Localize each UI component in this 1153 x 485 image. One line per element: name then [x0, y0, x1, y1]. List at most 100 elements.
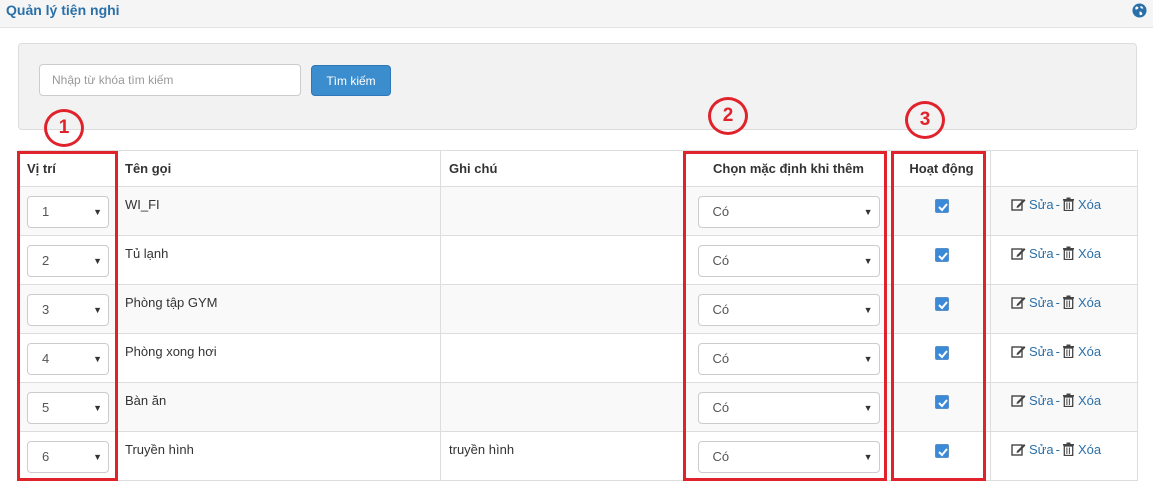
active-checkbox[interactable]	[934, 346, 949, 360]
cell-active	[892, 382, 991, 432]
position-select[interactable]: 2 ▼	[27, 245, 109, 277]
edit-icon[interactable]	[1011, 393, 1026, 407]
position-select[interactable]: 5 ▼	[27, 392, 109, 424]
caret-down-icon: ▼	[93, 305, 102, 315]
default-select-value: Có	[712, 400, 730, 415]
cell-active	[892, 333, 991, 383]
table-header-row: Vị trí Tên gọi Ghi chú Chọn mặc định khi…	[18, 150, 1138, 187]
table-row: 6 ▼ Truyền hình truyền hình Có ▼ Sửa - Xóa	[18, 431, 1138, 481]
table-row: 2 ▼ Tủ lạnh Có ▼ Sửa - Xóa	[18, 235, 1138, 285]
position-select-value: 4	[42, 351, 50, 366]
trash-icon[interactable]	[1062, 295, 1075, 310]
cell-note	[440, 284, 685, 334]
active-checkbox[interactable]	[934, 199, 949, 213]
cell-active	[892, 235, 991, 285]
cell-default: Có ▼	[684, 333, 893, 383]
delete-link[interactable]: Xóa	[1078, 393, 1101, 408]
cell-position: 3 ▼	[18, 284, 117, 334]
col-header-name[interactable]: Tên gọi	[116, 150, 441, 187]
caret-down-icon: ▼	[863, 403, 873, 413]
default-select[interactable]: Có ▼	[697, 392, 880, 424]
col-header-active[interactable]: Hoạt động	[892, 150, 991, 187]
annotation-marker-2: 2	[708, 97, 748, 135]
position-select-value: 5	[42, 400, 50, 415]
edit-link[interactable]: Sửa	[1029, 295, 1054, 310]
action-separator: -	[1055, 344, 1060, 359]
page-header: Quản lý tiện nghi	[0, 0, 1153, 28]
default-select-value: Có	[712, 351, 730, 366]
annotation-marker-3: 3	[905, 101, 945, 139]
default-select[interactable]: Có ▼	[697, 196, 880, 228]
cell-name: Tủ lạnh	[116, 235, 441, 285]
edit-link[interactable]: Sửa	[1029, 442, 1054, 457]
cell-actions: Sửa - Xóa	[990, 431, 1138, 481]
caret-down-icon: ▼	[863, 452, 873, 462]
search-button[interactable]: Tìm kiếm	[311, 65, 391, 96]
default-select-value: Có	[712, 302, 730, 317]
default-select-value: Có	[712, 204, 730, 219]
cell-default: Có ▼	[684, 431, 893, 481]
delete-link[interactable]: Xóa	[1078, 246, 1101, 261]
position-select[interactable]: 4 ▼	[27, 343, 109, 375]
edit-icon[interactable]	[1011, 197, 1026, 211]
table-row: 5 ▼ Bàn ăn Có ▼ Sửa - Xóa	[18, 382, 1138, 432]
trash-icon[interactable]	[1062, 344, 1075, 359]
checkmark-icon	[937, 448, 948, 457]
edit-icon[interactable]	[1011, 442, 1026, 456]
edit-link[interactable]: Sửa	[1029, 393, 1054, 408]
position-select[interactable]: 1 ▼	[27, 196, 109, 228]
col-header-position[interactable]: Vị trí	[18, 150, 117, 187]
trash-icon[interactable]	[1062, 197, 1075, 212]
default-select[interactable]: Có ▼	[697, 343, 880, 375]
page-title: Quản lý tiện nghi	[6, 2, 120, 18]
cell-actions: Sửa - Xóa	[990, 284, 1138, 334]
caret-down-icon: ▼	[863, 256, 873, 266]
edit-link[interactable]: Sửa	[1029, 197, 1054, 212]
cell-note: truyền hình	[440, 431, 685, 481]
globe-icon[interactable]	[1132, 3, 1147, 18]
position-select[interactable]: 6 ▼	[27, 441, 109, 473]
table-row: 3 ▼ Phòng tập GYM Có ▼ Sửa - Xóa	[18, 284, 1138, 334]
delete-link[interactable]: Xóa	[1078, 344, 1101, 359]
col-header-note[interactable]: Ghi chú	[440, 150, 685, 187]
trash-icon[interactable]	[1062, 442, 1075, 457]
action-separator: -	[1055, 246, 1060, 261]
cell-name: Phòng tập GYM	[116, 284, 441, 334]
cell-position: 6 ▼	[18, 431, 117, 481]
cell-actions: Sửa - Xóa	[990, 333, 1138, 383]
search-input[interactable]	[39, 64, 301, 96]
cell-note	[440, 235, 685, 285]
col-header-default[interactable]: Chọn mặc định khi thêm	[684, 150, 893, 187]
position-select[interactable]: 3 ▼	[27, 294, 109, 326]
edit-link[interactable]: Sửa	[1029, 344, 1054, 359]
default-select[interactable]: Có ▼	[697, 441, 880, 473]
checkmark-icon	[937, 350, 948, 359]
annotation-marker-1: 1	[44, 109, 84, 147]
edit-icon[interactable]	[1011, 295, 1026, 309]
position-select-value: 2	[42, 253, 50, 268]
default-select[interactable]: Có ▼	[697, 294, 880, 326]
active-checkbox[interactable]	[934, 444, 949, 458]
edit-icon[interactable]	[1011, 246, 1026, 260]
search-panel: Tìm kiếm	[18, 43, 1137, 130]
default-select-value: Có	[712, 253, 730, 268]
active-checkbox[interactable]	[934, 395, 949, 409]
edit-icon[interactable]	[1011, 344, 1026, 358]
delete-link[interactable]: Xóa	[1078, 197, 1101, 212]
delete-link[interactable]: Xóa	[1078, 295, 1101, 310]
caret-down-icon: ▼	[93, 207, 102, 217]
trash-icon[interactable]	[1062, 246, 1075, 261]
cell-name: Truyền hình	[116, 431, 441, 481]
trash-icon[interactable]	[1062, 393, 1075, 408]
edit-link[interactable]: Sửa	[1029, 246, 1054, 261]
active-checkbox[interactable]	[934, 248, 949, 262]
delete-link[interactable]: Xóa	[1078, 442, 1101, 457]
cell-actions: Sửa - Xóa	[990, 186, 1138, 236]
cell-name: Phòng xong hơi	[116, 333, 441, 383]
position-select-value: 1	[42, 204, 50, 219]
checkmark-icon	[937, 252, 948, 261]
cell-position: 2 ▼	[18, 235, 117, 285]
active-checkbox[interactable]	[934, 297, 949, 311]
default-select[interactable]: Có ▼	[697, 245, 880, 277]
cell-position: 5 ▼	[18, 382, 117, 432]
